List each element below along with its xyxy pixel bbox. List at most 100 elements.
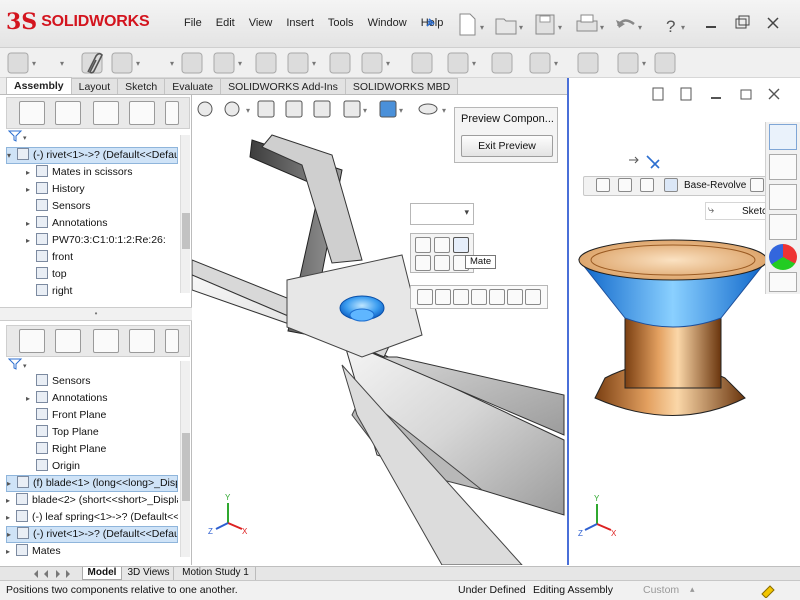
tab-3d-views[interactable]: 3D Views (124, 567, 174, 580)
design-library-icon[interactable] (769, 154, 797, 180)
help-icon[interactable]: ? (666, 17, 675, 36)
undo-icon[interactable] (616, 19, 635, 28)
feature-crumb-label[interactable]: Base-Revolve (684, 180, 746, 191)
component-preview-pane[interactable]: Base-Revolve ⤷ Sketch Y X Z (567, 78, 800, 565)
face-crumb-icon[interactable] (750, 178, 764, 192)
filter-icon[interactable]: ▾ (8, 129, 30, 143)
print-icon[interactable] (576, 14, 598, 32)
dimxpertmanager-tab-2[interactable] (129, 329, 155, 353)
tab-scroll-arrows[interactable] (30, 569, 80, 579)
tree-row[interactable]: Right Plane (26, 441, 178, 458)
preview-restore-icon[interactable] (740, 89, 752, 100)
preview-forward-icon[interactable] (680, 87, 692, 101)
menu-tools[interactable]: Tools (328, 17, 354, 29)
tab-solidworks-mbd[interactable]: SOLIDWORKS MBD (344, 78, 459, 94)
tree-row[interactable]: Sensors (26, 198, 178, 215)
menu-view[interactable]: View (249, 17, 273, 29)
mate-context-icon[interactable] (453, 237, 469, 253)
expand-arrow-icon[interactable]: ▾ (7, 148, 15, 163)
reference-geometry-icon[interactable] (361, 52, 383, 74)
tree-bottom-scrollbar[interactable] (180, 361, 190, 557)
open-part-icon[interactable] (415, 255, 431, 271)
custom-properties-icon[interactable] (769, 272, 797, 292)
scissors-model[interactable]: Y X Z (192, 95, 566, 565)
update-speedpak-icon[interactable] (577, 52, 599, 74)
concentric-icon[interactable] (471, 289, 487, 305)
expand-arrow-icon[interactable]: ▸ (26, 215, 34, 232)
tree-row[interactable]: ▸ PW70:3:C1:0:1:2:Re:26: (26, 232, 178, 249)
restore-icon[interactable] (735, 15, 750, 29)
assembly-features-icon[interactable] (329, 52, 351, 74)
tree-row[interactable]: ▸ History (26, 181, 178, 198)
scroll-thumb-2[interactable] (182, 433, 190, 501)
filter-icon-2[interactable]: ▾ (8, 357, 30, 371)
tree-row[interactable]: ▸ Annotations (26, 215, 178, 232)
expand-arrow-icon[interactable]: ▸ (26, 390, 34, 407)
tree-row[interactable]: ▸ Mates in scissors (26, 164, 178, 181)
menu-edit[interactable]: Edit (216, 17, 235, 29)
show-hidden-icon[interactable] (287, 52, 309, 74)
expand-arrow-icon[interactable]: ▸ (26, 232, 34, 249)
move-component-icon[interactable] (255, 52, 277, 74)
tab-sketch[interactable]: Sketch (117, 78, 166, 94)
save-icon[interactable] (535, 14, 555, 35)
tree-top-scrollbar[interactable] (180, 135, 190, 293)
minimize-icon[interactable] (706, 26, 716, 28)
open-folder-icon[interactable] (495, 18, 517, 35)
solidworks-logo[interactable]: 3S SOLIDWORKS (6, 8, 162, 36)
solidworks-resources-icon[interactable] (769, 124, 797, 150)
zoom-selection-icon[interactable] (434, 255, 450, 271)
rebuild-indicator-icon[interactable] (760, 584, 776, 598)
exploded-view-icon[interactable] (491, 52, 513, 74)
tree-row[interactable]: Top Plane (26, 424, 178, 441)
component-preview-icon[interactable] (111, 52, 133, 74)
instant3d-icon[interactable] (529, 52, 551, 74)
new-motion-study-icon[interactable] (411, 52, 433, 74)
perpendicular-icon[interactable] (453, 289, 469, 305)
tab-assembly[interactable]: Assembly (6, 77, 72, 94)
tree-row[interactable]: front (26, 249, 178, 266)
distance-icon[interactable] (507, 289, 523, 305)
tab-model[interactable]: Model (82, 567, 122, 580)
preview-back-icon[interactable] (652, 87, 664, 101)
smart-fasteners-icon[interactable] (213, 52, 235, 74)
view-palette-icon[interactable] (769, 214, 797, 240)
tree-row[interactable]: ▸ (-) rivet<1>->? (Default<<Defaul (6, 526, 178, 543)
rivet-model[interactable] (575, 238, 765, 438)
large-assembly-icon[interactable] (654, 52, 676, 74)
expand-arrow-icon[interactable]: ▸ (7, 476, 15, 491)
split-handle[interactable]: • (0, 307, 192, 321)
revolve-icon[interactable] (664, 178, 678, 192)
tree-row[interactable]: top (26, 266, 178, 283)
tree-row[interactable]: ▸ blade<2> (short<<short>_Displa (6, 492, 178, 509)
bill-of-materials-icon[interactable] (447, 52, 469, 74)
menu-window[interactable]: Window (368, 17, 407, 29)
menu-insert[interactable]: Insert (286, 17, 314, 29)
units-chevron-icon[interactable]: ▴ (690, 584, 695, 595)
take-snapshot-icon[interactable] (617, 52, 639, 74)
display-manager-tab-2[interactable] (165, 329, 179, 353)
dimxpertmanager-tab[interactable] (129, 101, 155, 125)
expand-arrow-icon[interactable]: ▸ (6, 509, 14, 526)
expand-arrow-icon[interactable]: ▸ (26, 181, 34, 198)
part-crumb-icon[interactable] (640, 178, 654, 192)
lock-icon[interactable] (489, 289, 505, 305)
visibility-icon[interactable] (434, 237, 450, 253)
status-units[interactable]: Custom (643, 584, 679, 596)
expand-arrow-icon[interactable]: ▸ (6, 543, 14, 557)
tree-row[interactable]: ▾ (-) rivet<1>->? (Default<<Defaul (6, 147, 178, 164)
propertymanager-tab-2[interactable] (55, 329, 81, 353)
insert-components-icon[interactable] (7, 52, 29, 74)
scroll-thumb[interactable] (182, 213, 190, 249)
display-manager-tab[interactable] (165, 101, 179, 125)
featuremanager-tab-2[interactable] (19, 329, 45, 353)
tree-row[interactable]: right (26, 283, 178, 300)
coincident-icon[interactable] (417, 289, 433, 305)
preview-close-icon[interactable] (768, 88, 780, 100)
expand-arrow-icon[interactable]: ▸ (7, 527, 15, 542)
appearances-icon[interactable] (769, 244, 797, 270)
tab-solidworks-add-ins[interactable]: SOLIDWORKS Add-Ins (220, 78, 346, 94)
tab-layout[interactable]: Layout (70, 78, 119, 94)
linear-pattern-icon[interactable] (181, 52, 203, 74)
tree-row[interactable]: ▸ (f) blade<1> (long<<long>_Disp (6, 475, 178, 492)
